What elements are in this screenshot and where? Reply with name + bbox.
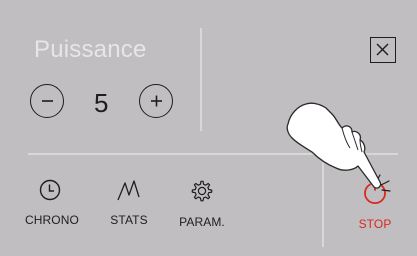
line-graph-icon bbox=[117, 180, 140, 201]
chrono-button[interactable]: CHRONO bbox=[25, 178, 79, 227]
stop-label: STOP bbox=[358, 217, 392, 231]
param-button[interactable]: PARAM. bbox=[174, 178, 230, 229]
stats-label: STATS bbox=[110, 213, 148, 227]
increase-button[interactable] bbox=[139, 84, 173, 118]
plus-icon bbox=[151, 95, 162, 107]
decrease-button[interactable] bbox=[30, 84, 64, 118]
vertical-divider bbox=[200, 28, 202, 131]
stats-button[interactable]: STATS bbox=[104, 178, 154, 227]
close-icon bbox=[376, 43, 389, 56]
control-panel: Puissance 5 CHRONO STATS PARAM. STOP bbox=[0, 0, 417, 256]
close-button[interactable] bbox=[370, 37, 396, 63]
power-title: Puissance bbox=[34, 36, 147, 63]
power-value: 5 bbox=[94, 88, 109, 118]
pointing-hand-icon bbox=[286, 102, 391, 192]
gear-icon bbox=[191, 180, 213, 202]
clock-icon bbox=[39, 179, 61, 201]
param-label: PARAM. bbox=[179, 215, 225, 229]
minus-icon bbox=[42, 100, 53, 102]
chrono-label: CHRONO bbox=[25, 213, 79, 227]
